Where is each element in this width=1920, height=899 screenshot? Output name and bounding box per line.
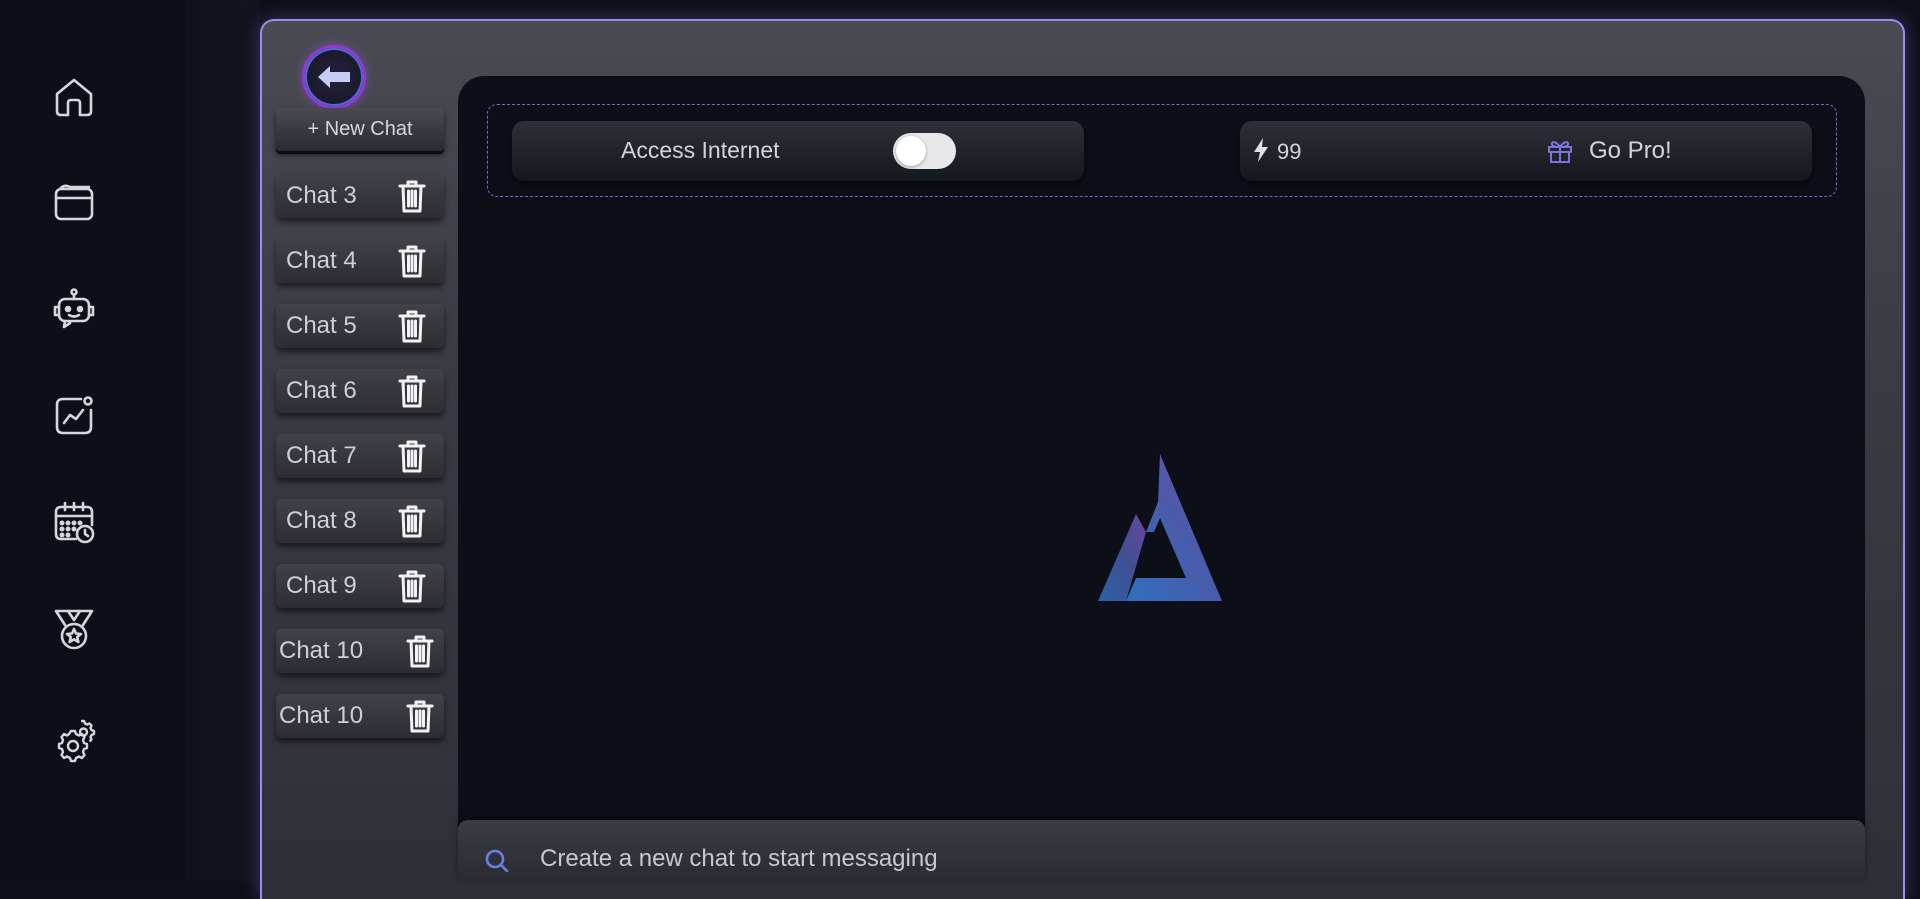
calendar-icon bbox=[54, 501, 95, 544]
go-pro-button[interactable]: Go Pro! bbox=[1589, 137, 1672, 165]
chart-icon bbox=[55, 396, 93, 435]
trash-icon[interactable] bbox=[396, 568, 428, 604]
chat-item[interactable]: Chat 10 bbox=[276, 629, 444, 673]
trash-icon[interactable] bbox=[404, 698, 436, 734]
sidebar-gutter bbox=[185, 0, 260, 881]
chat-item[interactable]: Chat 3 bbox=[276, 174, 444, 218]
back-button[interactable] bbox=[302, 45, 366, 109]
chat-item[interactable]: Chat 10 bbox=[276, 694, 444, 738]
gear-icon bbox=[57, 719, 96, 763]
trash-icon[interactable] bbox=[396, 373, 428, 409]
arrow-left-icon bbox=[318, 66, 350, 88]
nav-bots[interactable] bbox=[48, 283, 100, 335]
gift-icon bbox=[1548, 141, 1572, 163]
wallet-icon bbox=[54, 184, 94, 221]
credits-card bbox=[1240, 121, 1812, 181]
nav-home[interactable] bbox=[48, 71, 100, 123]
lightning-icon bbox=[1254, 138, 1268, 162]
chat-item-label: Chat 8 bbox=[286, 507, 357, 534]
trash-icon[interactable] bbox=[396, 503, 428, 539]
nav-settings[interactable] bbox=[48, 715, 100, 767]
trash-icon[interactable] bbox=[404, 633, 436, 669]
chat-item[interactable]: Chat 6 bbox=[276, 369, 444, 413]
chat-item-label: Chat 6 bbox=[286, 377, 357, 404]
chat-item-label: Chat 10 bbox=[279, 702, 364, 729]
new-chat-button[interactable]: + New Chat bbox=[276, 108, 444, 151]
nav-wallet[interactable] bbox=[48, 177, 100, 229]
chat-item-label: Chat 9 bbox=[286, 572, 357, 599]
chat-item[interactable]: Chat 5 bbox=[276, 304, 444, 348]
chat-item-label: Chat 3 bbox=[286, 182, 357, 209]
access-internet-label: Access Internet bbox=[621, 137, 780, 163]
search-icon bbox=[485, 849, 509, 873]
message-input[interactable] bbox=[540, 840, 1840, 878]
trash-icon[interactable] bbox=[396, 243, 428, 279]
chat-item[interactable]: Chat 7 bbox=[276, 434, 444, 478]
toggle-knob bbox=[896, 136, 926, 166]
chat-item[interactable]: Chat 4 bbox=[276, 239, 444, 283]
chat-item-label: Chat 4 bbox=[286, 247, 357, 274]
nav-analytics[interactable] bbox=[48, 390, 100, 442]
sidebar bbox=[0, 0, 185, 881]
robot-icon bbox=[53, 288, 95, 329]
app-logo bbox=[1098, 454, 1222, 601]
nav-achievements[interactable] bbox=[48, 603, 100, 655]
trash-icon[interactable] bbox=[396, 178, 428, 214]
credits-count: 99 bbox=[1277, 139, 1302, 164]
home-icon bbox=[55, 78, 93, 117]
access-internet-toggle[interactable] bbox=[893, 133, 956, 169]
nav-calendar[interactable] bbox=[48, 496, 100, 548]
access-internet-card bbox=[512, 121, 1084, 181]
chat-item[interactable]: Chat 9 bbox=[276, 564, 444, 608]
trash-icon[interactable] bbox=[396, 308, 428, 344]
chat-item-label: Chat 10 bbox=[279, 637, 364, 664]
chat-item-label: Chat 7 bbox=[286, 442, 357, 469]
chat-item-label: Chat 5 bbox=[286, 312, 357, 339]
medal-icon bbox=[54, 609, 94, 650]
trash-icon[interactable] bbox=[396, 438, 428, 474]
chat-item[interactable]: Chat 8 bbox=[276, 499, 444, 543]
